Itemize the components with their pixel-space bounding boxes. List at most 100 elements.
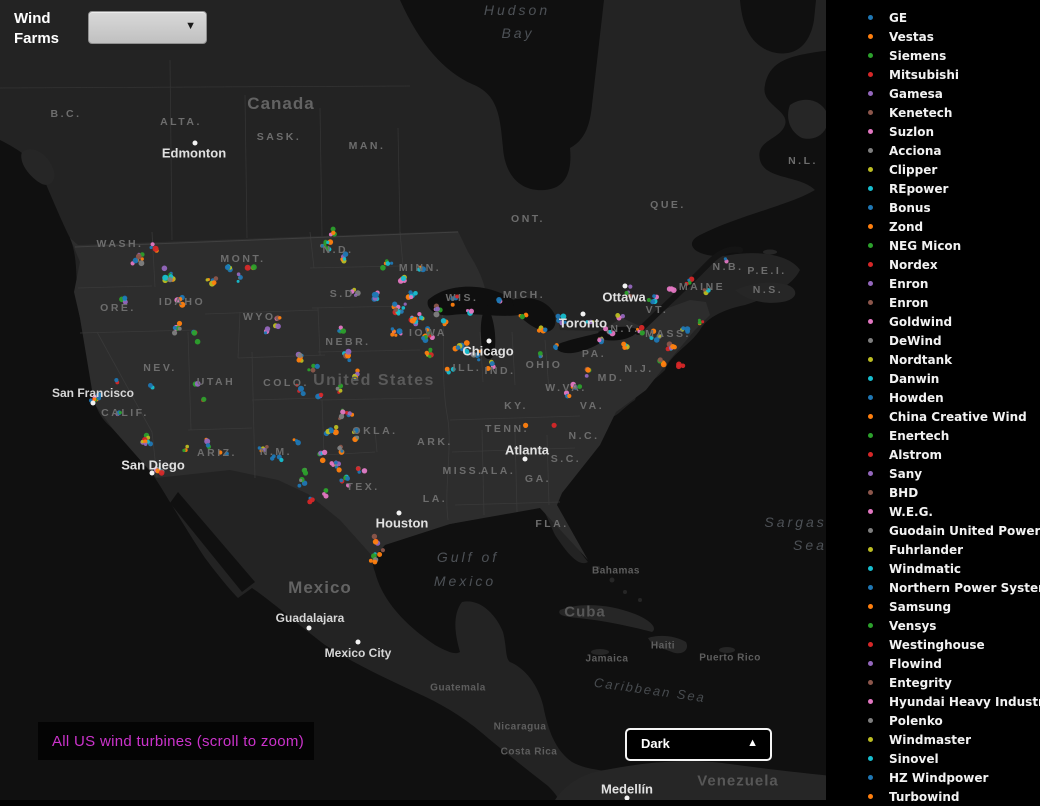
legend-item: Gamesa bbox=[826, 84, 1040, 103]
legend-item: Clipper bbox=[826, 160, 1040, 179]
turbine-dot bbox=[670, 344, 675, 349]
legend-color-dot bbox=[868, 680, 873, 685]
turbine-dot bbox=[652, 294, 656, 298]
turbine-dot bbox=[417, 267, 421, 271]
legend-color-dot bbox=[868, 642, 873, 647]
legend-item: Vensys bbox=[826, 616, 1040, 635]
legend-color-dot bbox=[868, 376, 873, 381]
turbine-dot bbox=[315, 364, 320, 369]
turbine-dot bbox=[339, 479, 343, 483]
legend-item-label: Flowind bbox=[889, 657, 942, 671]
turbine-dot bbox=[585, 367, 590, 372]
turbine-dot bbox=[345, 349, 351, 355]
legend-color-dot bbox=[868, 224, 873, 229]
basemap-style-value: Dark bbox=[641, 736, 670, 751]
turbine-dot bbox=[182, 449, 185, 452]
turbine-dot bbox=[649, 336, 653, 340]
turbine-dot bbox=[421, 336, 425, 340]
legend-item: Acciona bbox=[826, 141, 1040, 160]
caption-box: All US wind turbines (scroll to zoom) bbox=[38, 722, 314, 760]
turbine-dot bbox=[703, 288, 706, 291]
legend-color-dot bbox=[868, 623, 873, 628]
turbine-dot bbox=[451, 367, 456, 372]
turbine-dot bbox=[347, 358, 351, 362]
turbine-dot bbox=[456, 345, 461, 350]
turbine-dot bbox=[651, 329, 656, 334]
turbine-dot bbox=[206, 278, 209, 281]
turbine-dot bbox=[96, 392, 102, 398]
caption-text: All US wind turbines (scroll to zoom) bbox=[52, 733, 304, 750]
legend-item-label: Goldwind bbox=[889, 315, 952, 329]
legend-item: Sany bbox=[826, 464, 1040, 483]
legend-item-label: Northern Power Systems bbox=[889, 581, 1040, 595]
legend-item: Windmaster bbox=[826, 730, 1040, 749]
turbine-dot bbox=[377, 552, 382, 557]
legend-item: Danwin bbox=[826, 369, 1040, 388]
turbine-dot bbox=[340, 409, 345, 414]
turbine-dot bbox=[685, 282, 689, 286]
turbine-dot bbox=[640, 330, 645, 335]
turbine-dot bbox=[490, 361, 495, 366]
legend-item: Fuhrlander bbox=[826, 540, 1040, 559]
legend-color-dot bbox=[868, 794, 873, 799]
legend-item: Windmatic bbox=[826, 559, 1040, 578]
legend-item: BHD bbox=[826, 483, 1040, 502]
legend-item: Entegrity bbox=[826, 673, 1040, 692]
turbine-dot bbox=[179, 302, 185, 308]
legend-color-dot bbox=[868, 34, 873, 39]
legend-item-label: Danwin bbox=[889, 372, 939, 386]
legend-item-label: Bonus bbox=[889, 201, 931, 215]
legend-item: Siemens bbox=[826, 46, 1040, 65]
wind-farm-select[interactable]: ▼ bbox=[88, 11, 207, 44]
turbine-dot bbox=[307, 368, 310, 371]
legend-item: GE bbox=[826, 8, 1040, 27]
legend-color-dot bbox=[868, 566, 873, 571]
legend-color-dot bbox=[868, 129, 873, 134]
turbine-dot bbox=[297, 353, 302, 358]
legend-item-label: Enron bbox=[889, 296, 928, 310]
turbine-dot bbox=[445, 367, 450, 372]
turbine-dot bbox=[295, 384, 298, 387]
legend-item: Westinghouse bbox=[826, 635, 1040, 654]
turbine-dot bbox=[426, 328, 430, 332]
legend-item: W.E.G. bbox=[826, 502, 1040, 521]
legend-item: Suzlon bbox=[826, 122, 1040, 141]
legend-item: Vestas bbox=[826, 27, 1040, 46]
turbine-dot bbox=[265, 445, 269, 449]
turbine-dot bbox=[212, 280, 217, 285]
turbine-dot bbox=[397, 328, 403, 334]
turbine-dot bbox=[258, 446, 261, 449]
turbine-dot bbox=[251, 264, 257, 270]
legend-item-label: Entegrity bbox=[889, 676, 952, 690]
map-canvas[interactable]: CanadaUnited StatesMexicoCubaVenezuelaB.… bbox=[0, 0, 832, 800]
turbine-dot bbox=[589, 320, 593, 324]
turbine-dot bbox=[451, 303, 455, 307]
turbine-dot bbox=[386, 261, 391, 266]
turbine-dot bbox=[372, 534, 377, 539]
turbine-dot bbox=[329, 428, 334, 433]
turbine-dot bbox=[391, 327, 394, 330]
legend-color-dot bbox=[868, 205, 873, 210]
legend-item-label: Windmaster bbox=[889, 733, 971, 747]
legend-item: Northern Power Systems bbox=[826, 578, 1040, 597]
turbine-dot bbox=[322, 450, 327, 455]
turbine-dot bbox=[153, 246, 159, 252]
turbine-dot bbox=[441, 318, 446, 323]
turbine-dot bbox=[336, 387, 340, 391]
legend-item: Howden bbox=[826, 388, 1040, 407]
legend-item-label: Hyundai Heavy Industries bbox=[889, 695, 1040, 709]
turbine-dot bbox=[585, 374, 589, 378]
turbine-dot bbox=[478, 350, 481, 353]
turbine-dot bbox=[206, 443, 210, 447]
legend-item: Enertech bbox=[826, 426, 1040, 445]
legend-color-dot bbox=[868, 72, 873, 77]
turbine-dot bbox=[295, 439, 298, 442]
legend-item-label: Kenetech bbox=[889, 106, 952, 120]
legend-item-label: GE bbox=[889, 11, 907, 25]
turbine-dot bbox=[192, 330, 198, 336]
turbine-dot bbox=[178, 327, 182, 331]
basemap-style-select[interactable]: Dark ▲ bbox=[625, 728, 772, 761]
legend-item-label: NEG Micon bbox=[889, 239, 961, 253]
legend-color-dot bbox=[868, 699, 873, 704]
turbine-dot bbox=[334, 425, 338, 429]
